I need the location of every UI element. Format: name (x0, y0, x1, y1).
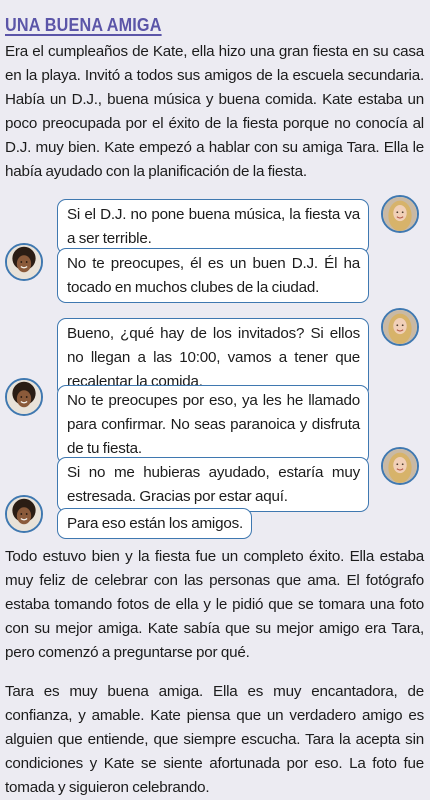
intro-paragraph: Era el cumpleaños de Kate, ella hizo una… (5, 43, 424, 180)
chat-bubble-kate-1: Si el D.J. no pone buena música, la fies… (57, 199, 369, 254)
kate-avatar-icon (381, 447, 419, 485)
kate-avatar-icon (381, 195, 419, 233)
chat-bubble-tara-2: No te preocupes por eso, ya les he llama… (57, 385, 369, 464)
chat-bubble-tara-3: Para eso están los amigos. (57, 508, 252, 539)
tara-avatar-icon (5, 243, 43, 281)
story-title: UNA BUENA AMIGA (5, 15, 162, 35)
tara-avatar-icon (5, 495, 43, 533)
tara-avatar-icon (5, 378, 43, 416)
chat-bubble-kate-3: Si no me hubieras ayudado, estaría muy e… (57, 457, 369, 512)
closing-paragraph-2: Tara es muy buena amiga. Ella es muy enc… (5, 683, 424, 796)
closing-paragraph-1: Todo estuvo bien y la fiesta fue un comp… (5, 548, 424, 661)
chat-bubble-tara-1: No te preocupes, él es un buen D.J. Él h… (57, 248, 369, 303)
kate-avatar-icon (381, 308, 419, 346)
